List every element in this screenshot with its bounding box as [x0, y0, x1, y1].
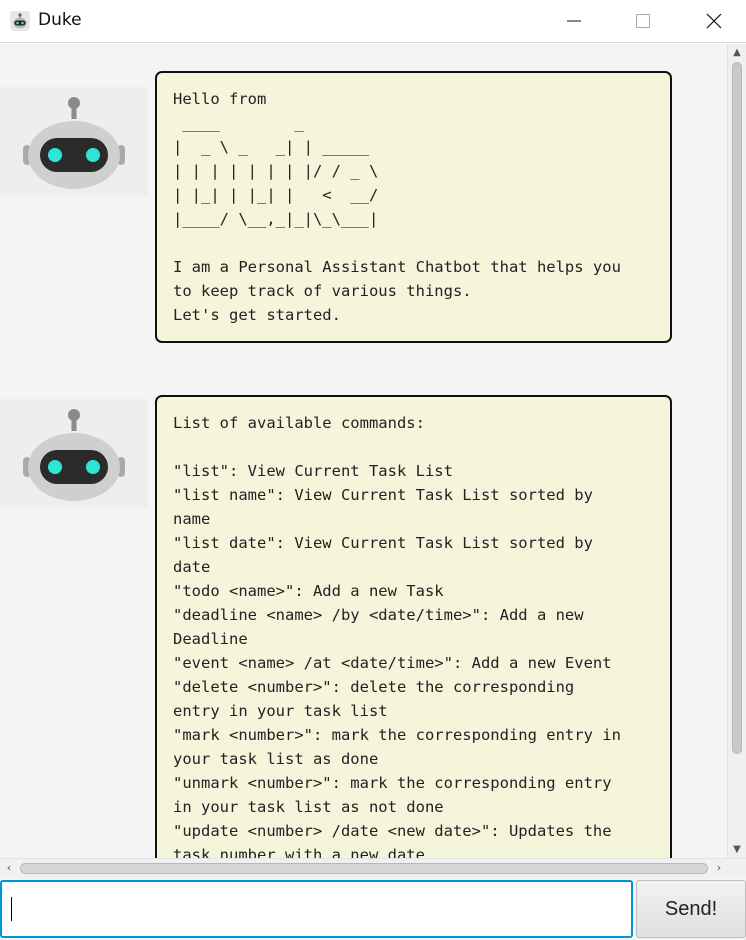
dialog-bubble: List of available commands: "list": View… [155, 395, 672, 858]
send-button[interactable]: Send! [636, 880, 746, 938]
dialog-container[interactable]: Hello from ____ _ | _ \ _ _| | _____ | |… [0, 44, 727, 858]
scroll-up-icon[interactable]: ▲ [731, 47, 743, 59]
avatar [0, 87, 148, 195]
window-title: Duke [38, 10, 82, 30]
vertical-scroll-thumb[interactable] [732, 62, 742, 754]
robot-avatar-icon [23, 97, 125, 189]
vertical-scrollbar[interactable]: ▲ ▼ [727, 44, 746, 858]
minimize-button[interactable] [550, 4, 598, 38]
horizontal-scrollbar[interactable]: ‹ › [0, 858, 746, 878]
input-bar: Send! [0, 878, 746, 940]
scroll-left-icon[interactable]: ‹ [3, 862, 15, 874]
avatar [0, 399, 148, 507]
dialog-bubble: Hello from ____ _ | _ \ _ _| | _____ | |… [155, 71, 672, 343]
maximize-button[interactable] [619, 4, 667, 38]
close-button[interactable] [690, 4, 738, 38]
robot-icon [9, 10, 31, 32]
robot-avatar-icon [23, 409, 125, 501]
dialog-text: List of available commands: "list": View… [173, 414, 621, 858]
close-icon [706, 13, 722, 29]
user-input-field[interactable] [0, 880, 633, 938]
scroll-down-icon[interactable]: ▼ [731, 844, 743, 856]
text-caret [11, 897, 12, 921]
maximize-icon [636, 14, 650, 28]
title-bar: Duke [0, 0, 746, 43]
minimize-icon [567, 20, 581, 22]
dialog-text: Hello from ____ _ | _ \ _ _| | _____ | |… [173, 90, 621, 324]
scroll-right-icon[interactable]: › [713, 862, 725, 874]
horizontal-scroll-thumb[interactable] [20, 863, 708, 874]
